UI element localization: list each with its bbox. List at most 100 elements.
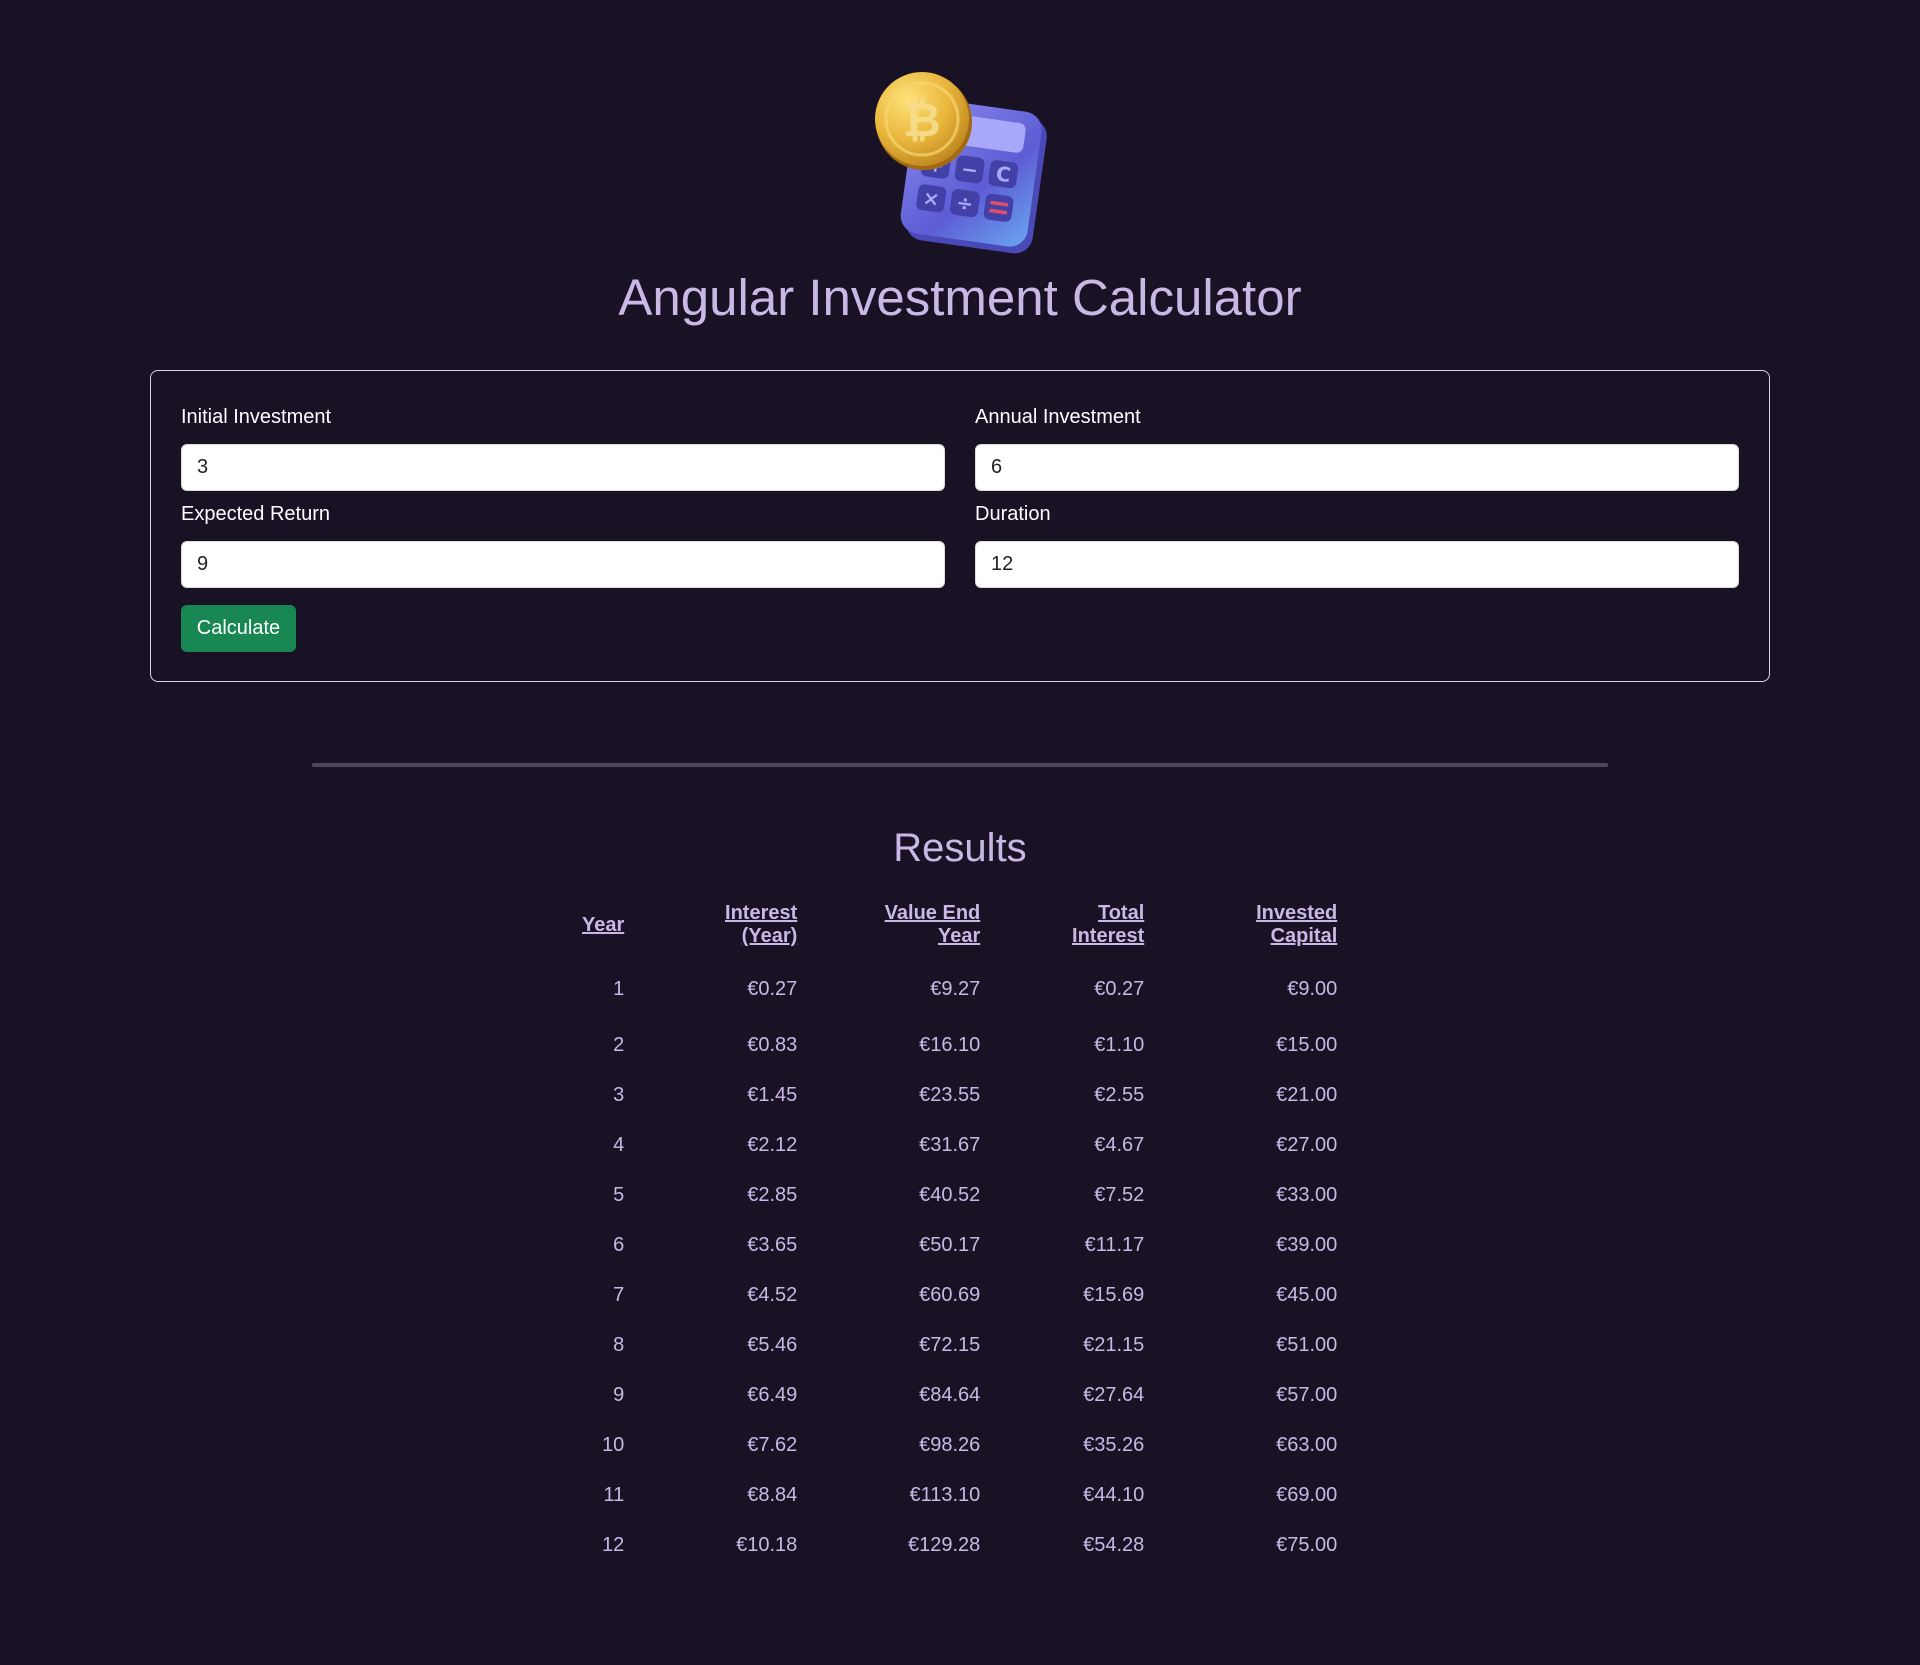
invested-capital-cell: €51.00 bbox=[1276, 1333, 1338, 1356]
table-row: 10 €7.62 €98.26 €35.26 €63.00 bbox=[582, 1420, 1337, 1470]
invested-capital-cell: €15.00 bbox=[1276, 1033, 1338, 1056]
interest-year-cell: €3.65 bbox=[747, 1233, 798, 1256]
interest-year-cell: €1.45 bbox=[747, 1083, 798, 1106]
year-cell: 6 bbox=[613, 1233, 625, 1256]
duration-label: Duration bbox=[975, 503, 1051, 525]
column-header-total-interest: Total Interest bbox=[1072, 902, 1145, 947]
calculate-button[interactable]: Calculate bbox=[181, 605, 296, 652]
total-interest-cell: €2.55 bbox=[1094, 1083, 1145, 1106]
invested-capital-cell: €69.00 bbox=[1276, 1483, 1338, 1506]
column-header-value-end-year: Value End Year bbox=[884, 902, 981, 947]
annual-investment-field: Annual Investment bbox=[975, 403, 1739, 491]
year-cell: 5 bbox=[613, 1183, 625, 1206]
value-end-year-cell: €129.28 bbox=[907, 1533, 981, 1556]
investment-form: Initial Investment Annual Investment Exp… bbox=[150, 370, 1770, 682]
total-interest-cell: €1.10 bbox=[1094, 1033, 1145, 1056]
column-header-interest-year: Interest (Year) bbox=[725, 902, 798, 947]
interest-year-cell: €0.83 bbox=[747, 1033, 798, 1056]
total-interest-cell: €54.28 bbox=[1083, 1533, 1145, 1556]
results-body: 1 €0.27 €9.27 €0.27 €9.00 2 €0.83 €16.10 €1.10 €1… bbox=[582, 948, 1337, 1570]
value-end-year-cell: €23.55 bbox=[919, 1083, 981, 1106]
total-interest-cell: €4.67 bbox=[1094, 1133, 1145, 1156]
invested-capital-cell: €63.00 bbox=[1276, 1433, 1338, 1456]
interest-year-cell: €0.27 bbox=[747, 977, 798, 1000]
invested-capital-cell: €33.00 bbox=[1276, 1183, 1338, 1206]
table-row: 3 €1.45 €23.55 €2.55 €21.00 bbox=[582, 1070, 1337, 1120]
invested-capital-cell: €75.00 bbox=[1276, 1533, 1338, 1556]
year-cell: 7 bbox=[613, 1283, 625, 1306]
duration-input[interactable] bbox=[975, 541, 1739, 588]
table-row: 1 €0.27 €9.27 €0.27 €9.00 bbox=[582, 948, 1337, 1020]
total-interest-cell: €15.69 bbox=[1083, 1283, 1145, 1306]
value-end-year-cell: €113.10 bbox=[909, 1483, 981, 1506]
total-interest-cell: €44.10 bbox=[1083, 1483, 1145, 1506]
table-row: 11 €8.84 €113.10 €44.10 €69.00 bbox=[582, 1470, 1338, 1520]
year-cell: 11 bbox=[603, 1483, 625, 1506]
year-cell: 10 bbox=[602, 1433, 625, 1456]
interest-year-cell: €8.84 bbox=[747, 1483, 798, 1506]
annual-investment-input[interactable] bbox=[975, 444, 1739, 491]
section-divider bbox=[312, 763, 1608, 767]
bitcoin-calculator-icon: + − C × ÷ ₿ bbox=[875, 72, 1047, 254]
total-interest-cell: €7.52 bbox=[1094, 1183, 1145, 1206]
table-row: 7 €4.52 €60.69 €15.69 €45.00 bbox=[582, 1270, 1337, 1320]
interest-year-cell: €6.49 bbox=[747, 1383, 798, 1406]
expected-return-input[interactable] bbox=[181, 541, 945, 588]
table-row: 6 €3.65 €50.17 €11.17 €39.00 bbox=[582, 1220, 1337, 1270]
year-cell: 8 bbox=[613, 1333, 625, 1356]
year-cell: 3 bbox=[613, 1083, 625, 1106]
results-table: Year Interest (Year) Value End Year Tota… bbox=[582, 902, 1337, 1570]
total-interest-cell: €21.15 bbox=[1083, 1333, 1145, 1356]
investment-calculator-page: + − C × ÷ ₿ Angular Investment Calculato… bbox=[0, 0, 1920, 1665]
column-header-year: Year bbox=[582, 913, 625, 936]
table-row: 9 €6.49 €84.64 €27.64 €57.00 bbox=[582, 1370, 1337, 1420]
initial-investment-label: Initial Investment bbox=[181, 406, 332, 428]
expected-return-field: Expected Return bbox=[181, 500, 945, 588]
value-end-year-cell: €9.27 bbox=[930, 977, 981, 1000]
value-end-year-cell: €72.15 bbox=[919, 1333, 981, 1356]
invested-capital-cell: €21.00 bbox=[1276, 1083, 1338, 1106]
expected-return-label: Expected Return bbox=[181, 503, 330, 525]
table-row: 4 €2.12 €31.67 €4.67 €27.00 bbox=[582, 1120, 1337, 1170]
invested-capital-cell: €57.00 bbox=[1276, 1383, 1338, 1406]
value-end-year-cell: €40.52 bbox=[919, 1183, 981, 1206]
results-header-row: Year Interest (Year) Value End Year Tota… bbox=[582, 902, 1337, 948]
duration-field: Duration bbox=[975, 500, 1739, 588]
svg-text:−: − bbox=[960, 156, 980, 182]
column-header-invested-capital: Invested Capital bbox=[1256, 902, 1338, 947]
table-row: 5 €2.85 €40.52 €7.52 €33.00 bbox=[582, 1170, 1337, 1220]
initial-investment-input[interactable] bbox=[181, 444, 945, 491]
year-cell: 9 bbox=[613, 1383, 625, 1406]
results-title: Results bbox=[893, 826, 1027, 870]
app-title: Angular Investment Calculator bbox=[618, 269, 1302, 326]
invested-capital-cell: €27.00 bbox=[1276, 1133, 1338, 1156]
svg-text:₿: ₿ bbox=[903, 93, 941, 147]
invested-capital-cell: €39.00 bbox=[1276, 1233, 1338, 1256]
year-cell: 1 bbox=[613, 977, 625, 1000]
interest-year-cell: €10.18 bbox=[736, 1533, 798, 1556]
total-interest-cell: €35.26 bbox=[1083, 1433, 1145, 1456]
total-interest-cell: €11.17 bbox=[1084, 1233, 1145, 1256]
interest-year-cell: €7.62 bbox=[747, 1433, 798, 1456]
year-cell: 4 bbox=[613, 1133, 625, 1156]
value-end-year-cell: €50.17 bbox=[919, 1233, 981, 1256]
annual-investment-label: Annual Investment bbox=[975, 406, 1141, 428]
svg-text:×: × bbox=[921, 185, 941, 211]
invested-capital-cell: €45.00 bbox=[1276, 1283, 1338, 1306]
interest-year-cell: €2.85 bbox=[747, 1183, 798, 1206]
value-end-year-cell: €60.69 bbox=[919, 1283, 981, 1306]
table-row: 8 €5.46 €72.15 €21.15 €51.00 bbox=[582, 1320, 1337, 1370]
table-row: 12 €10.18 €129.28 €54.28 €75.00 bbox=[582, 1520, 1337, 1570]
invested-capital-cell: €9.00 bbox=[1287, 977, 1338, 1000]
total-interest-cell: €27.64 bbox=[1083, 1383, 1145, 1406]
interest-year-cell: €5.46 bbox=[747, 1333, 798, 1356]
svg-text:÷: ÷ bbox=[955, 190, 975, 216]
value-end-year-cell: €98.26 bbox=[919, 1433, 981, 1456]
interest-year-cell: €4.52 bbox=[747, 1283, 798, 1306]
interest-year-cell: €2.12 bbox=[747, 1133, 798, 1156]
value-end-year-cell: €31.67 bbox=[919, 1133, 981, 1156]
value-end-year-cell: €84.64 bbox=[919, 1383, 981, 1406]
initial-investment-field: Initial Investment bbox=[181, 403, 945, 491]
table-row: 2 €0.83 €16.10 €1.10 €15.00 bbox=[582, 1020, 1337, 1070]
total-interest-cell: €0.27 bbox=[1094, 977, 1145, 1000]
